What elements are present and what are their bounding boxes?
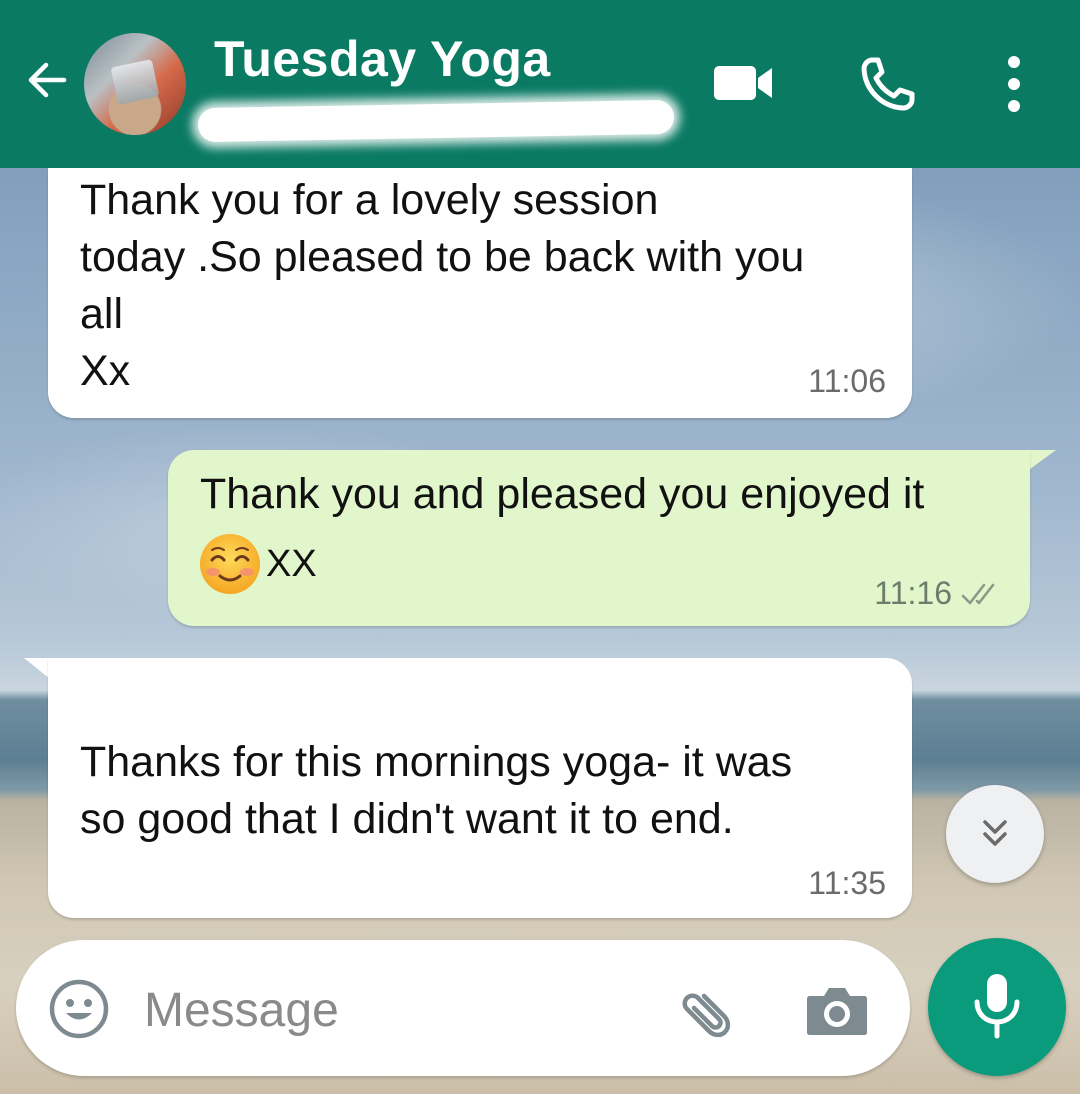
voice-call-icon[interactable]	[858, 56, 916, 114]
message-text: Thank you and pleased you enjoyed it	[200, 470, 925, 518]
back-arrow-icon[interactable]	[20, 52, 76, 108]
message-text: Thanks for this mornings yoga- it was so…	[80, 738, 793, 843]
redacted-sender-name	[76, 684, 356, 720]
attach-icon[interactable]	[678, 976, 744, 1042]
incoming-message[interactable]: Thank you for a lovely session today .So…	[48, 168, 912, 418]
message-time: 11:06	[808, 363, 886, 399]
group-avatar[interactable]	[84, 33, 186, 135]
incoming-message[interactable]: Thanks for this mornings yoga- it was so…	[48, 658, 912, 918]
chat-header: Tuesday Yoga	[0, 0, 1080, 168]
message-input[interactable]	[142, 974, 666, 1046]
message-text: Thank you for a lovely session today .So…	[80, 176, 805, 395]
message-text-after-emoji: XX	[266, 543, 317, 585]
outgoing-bubble-tail	[1026, 450, 1056, 472]
smiling-face-emoji-icon	[200, 534, 260, 594]
camera-icon[interactable]	[804, 982, 870, 1038]
video-call-icon[interactable]	[712, 58, 776, 108]
microphone-button[interactable]	[928, 938, 1066, 1076]
double-chevron-down-icon	[983, 820, 1007, 846]
microphone-icon	[974, 974, 1020, 1039]
chat-title[interactable]: Tuesday Yoga	[214, 30, 551, 88]
message-time: 11:16	[874, 575, 952, 611]
message-time: 11:35	[808, 865, 886, 901]
outgoing-message[interactable]: Thank you and pleased you enjoyed it XX …	[168, 450, 1030, 626]
message-composer	[16, 940, 910, 1076]
more-options-icon[interactable]	[1000, 54, 1028, 114]
redacted-subtitle	[197, 99, 675, 143]
double-tick-icon	[961, 583, 995, 604]
emoji-icon[interactable]	[48, 978, 110, 1040]
scroll-to-bottom-button[interactable]	[946, 785, 1044, 883]
